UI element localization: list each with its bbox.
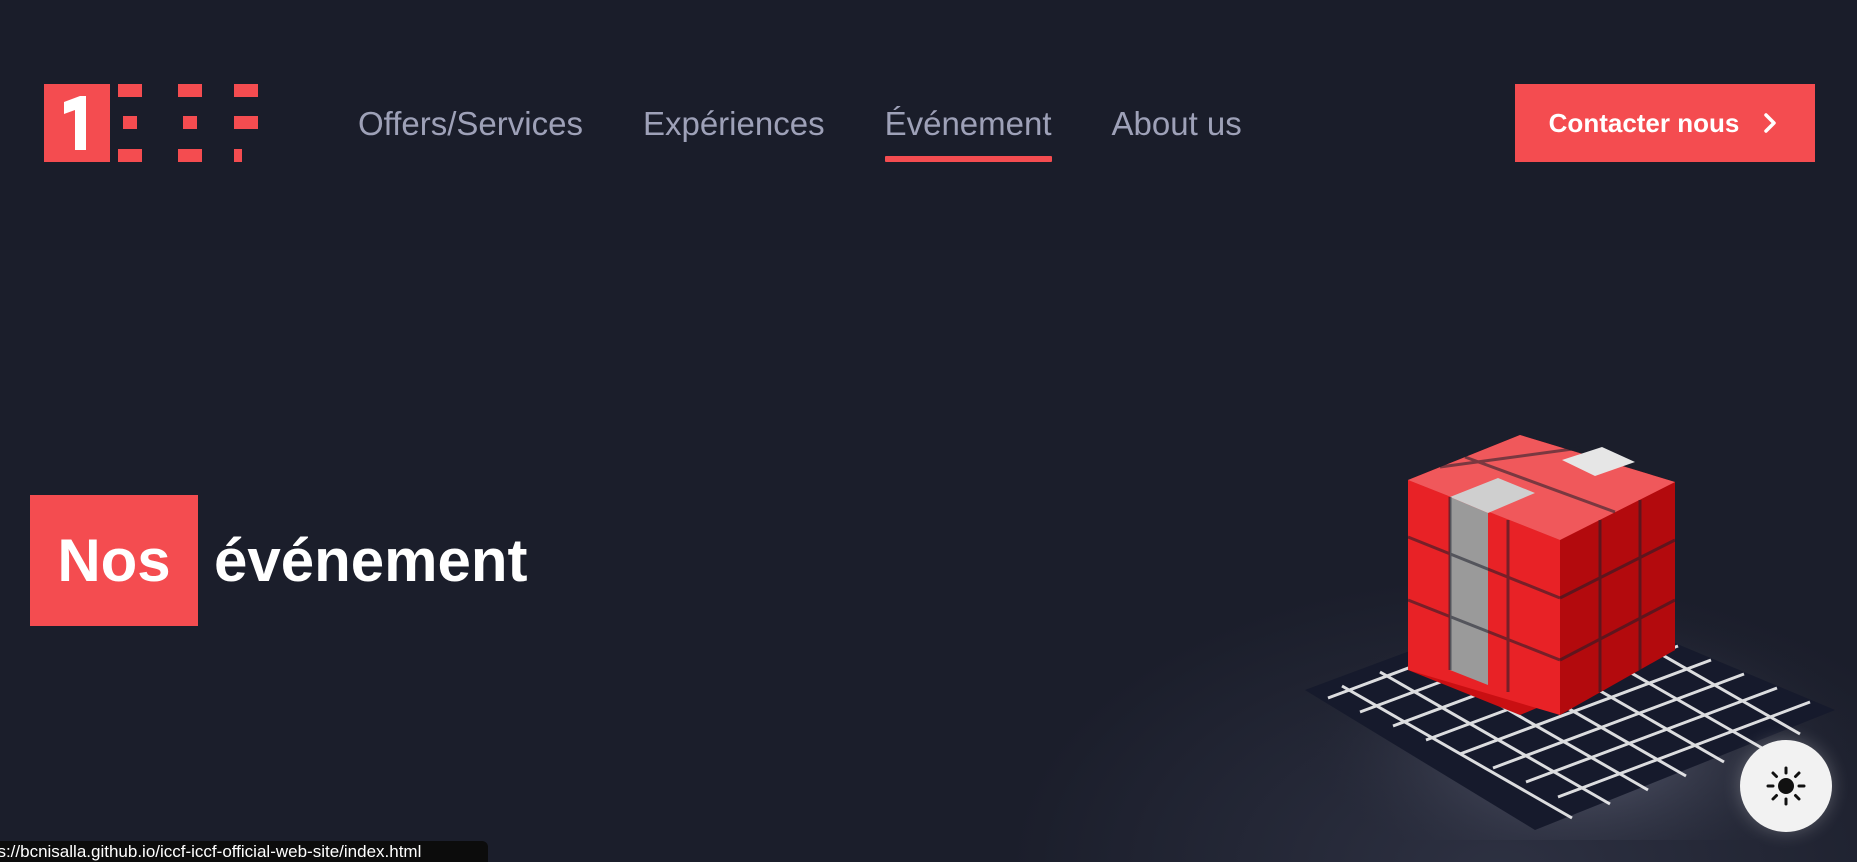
nav-item-evenement[interactable]: Événement xyxy=(884,100,1052,162)
brand-logo[interactable] xyxy=(44,84,262,162)
theme-toggle-button[interactable] xyxy=(1740,740,1832,832)
title-text: événement xyxy=(214,527,528,594)
title-highlight: Nos xyxy=(30,495,198,626)
chevron-right-icon xyxy=(1764,113,1777,133)
contact-us-label: Contacter nous xyxy=(1548,107,1740,138)
site-header: Offers/Services Expériences Événement Ab… xyxy=(0,0,1857,250)
main-nav: Offers/Services Expériences Événement Ab… xyxy=(358,100,1302,162)
page-title: Nos événement xyxy=(30,495,527,626)
nav-item-about-us[interactable]: About us xyxy=(1112,100,1242,148)
sun-icon xyxy=(1766,766,1806,806)
contact-us-button[interactable]: Contacter nous xyxy=(1515,84,1815,162)
status-bar-url: ps://bcnisalla.github.io/iccf-iccf-offic… xyxy=(0,841,488,862)
nav-item-offers-services[interactable]: Offers/Services xyxy=(358,100,583,148)
nav-item-experiences[interactable]: Expériences xyxy=(643,100,825,148)
